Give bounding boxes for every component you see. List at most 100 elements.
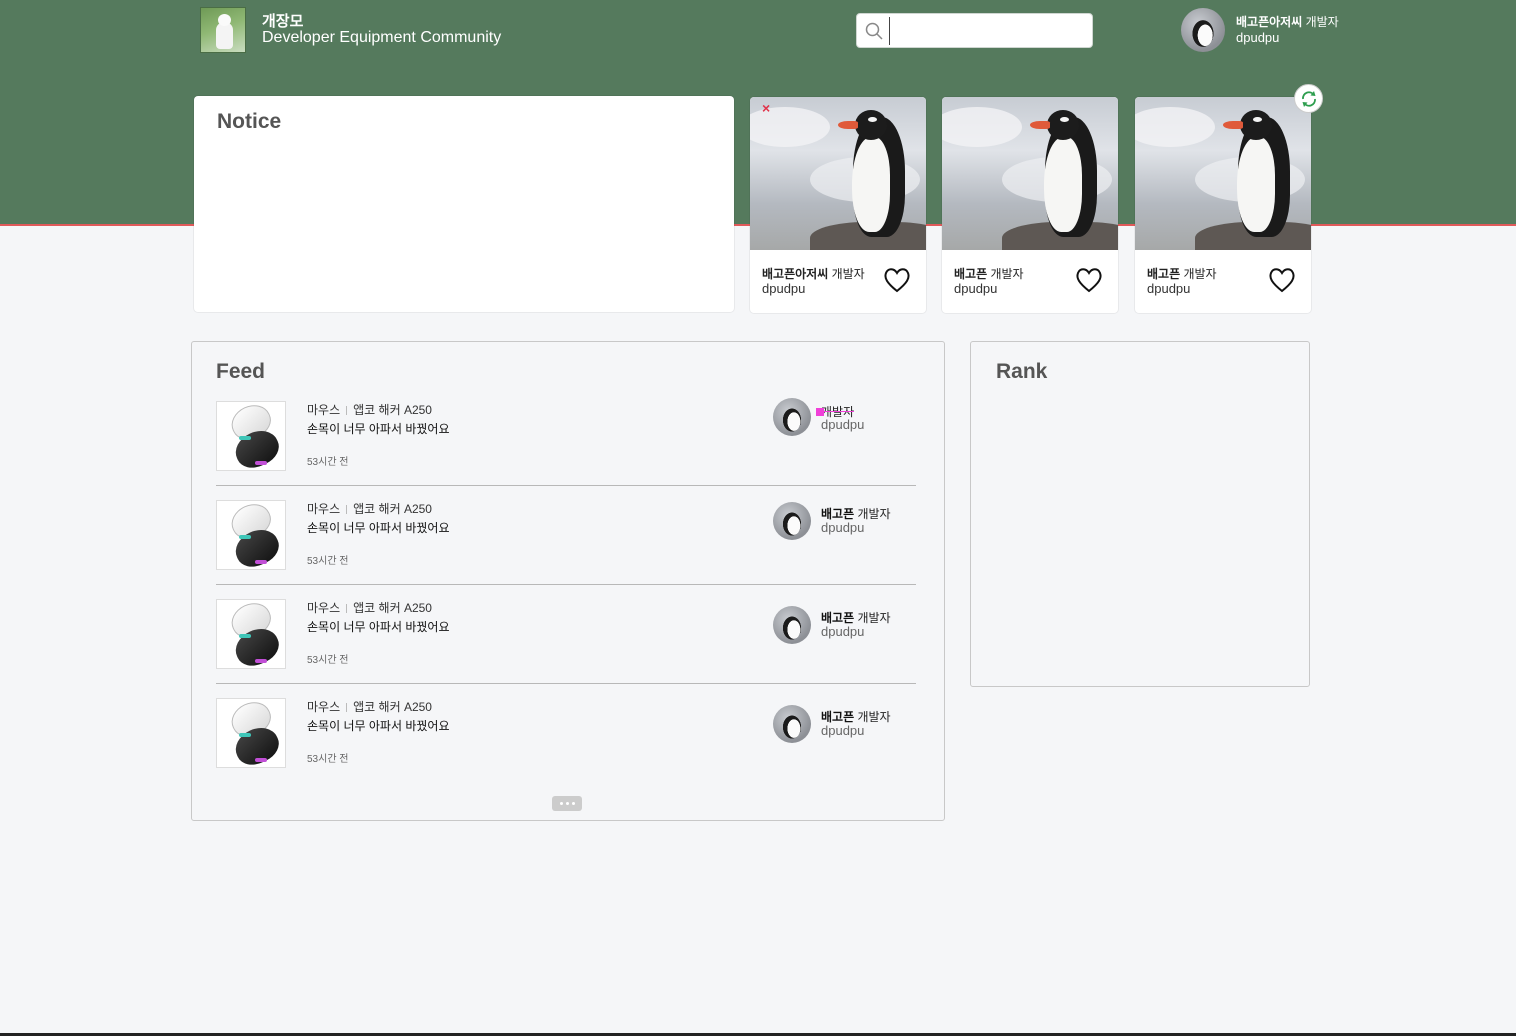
feed-text[interactable]: 손목이 너무 아파서 바꿨어요 <box>307 420 449 437</box>
feed-nickname: 배고픈 <box>821 507 855 521</box>
feed-category: 마우스 앱코 해커 A250 <box>307 500 432 517</box>
mouse-image-glow <box>239 436 251 440</box>
notice-panel: Notice <box>194 96 734 312</box>
feed-avatar[interactable] <box>773 705 811 743</box>
product-name: 앱코 해커 A250 <box>353 502 432 516</box>
card-user-id: dpudpu <box>762 281 806 296</box>
header-user-id: dpudpu <box>1236 30 1280 45</box>
brand-subtitle: Developer Equipment Community <box>262 29 502 46</box>
feed-avatar[interactable] <box>773 502 811 540</box>
category-label: 마우스 <box>307 601 341 615</box>
mouse-image-glow <box>255 560 267 564</box>
card-role: 개발자 <box>990 267 1024 281</box>
card-role: 개발자 <box>831 267 865 281</box>
feed-item[interactable]: 마우스 앱코 해커 A250 손목이 너무 아파서 바꿨어요 53시간 전 개발자… <box>216 398 916 486</box>
penguin-belly <box>852 137 890 232</box>
mouse-image-glow <box>239 535 251 539</box>
search-icon <box>865 22 883 40</box>
card-user-name[interactable]: 배고픈 개발자 <box>1147 265 1217 282</box>
product-thumbnail[interactable] <box>216 401 286 471</box>
header-user-name[interactable]: 배고픈아저씨 개발자 <box>1236 13 1339 30</box>
post-card[interactable]: 배고픈아저씨 개발자 dpudpu <box>750 97 926 313</box>
header-user-nickname: 배고픈아저씨 <box>1236 15 1303 29</box>
feed-category: 마우스 앱코 해커 A250 <box>307 698 432 715</box>
feed-category: 마우스 앱코 해커 A250 <box>307 599 432 616</box>
like-heart-icon[interactable] <box>883 267 911 293</box>
load-more-button[interactable] <box>552 796 582 811</box>
header-user-role: 개발자 <box>1305 15 1339 29</box>
like-heart-icon[interactable] <box>1268 267 1296 293</box>
header-avatar[interactable] <box>1181 8 1225 52</box>
feed-role: 개발자 <box>857 611 891 625</box>
feed-text[interactable]: 손목이 너무 아파서 바꿨어요 <box>307 519 449 536</box>
feed-avatar[interactable] <box>773 606 811 644</box>
penguin-eye <box>1253 117 1262 122</box>
site-logo[interactable] <box>200 7 246 53</box>
card-nickname: 배고픈 <box>1147 267 1181 281</box>
penguin-beak <box>838 121 858 129</box>
refresh-icon <box>1301 90 1316 107</box>
category-separator <box>346 505 348 515</box>
product-thumbnail[interactable] <box>216 500 286 570</box>
card-image[interactable] <box>750 97 926 250</box>
rank-panel: Rank <box>970 341 1310 687</box>
feed-time: 53시간 전 <box>307 457 349 468</box>
rank-title: Rank <box>996 360 1048 383</box>
feed-item[interactable]: 마우스 앱코 해커 A250 손목이 너무 아파서 바꿨어요 53시간 전 배고픈… <box>216 698 916 783</box>
card-user-name[interactable]: 배고픈아저씨 개발자 <box>762 265 865 282</box>
feed-user-id: dpudpu <box>821 624 865 639</box>
search-box[interactable] <box>856 13 1093 48</box>
penguin-belly <box>1044 137 1082 232</box>
more-dot-icon <box>571 802 575 805</box>
card-image[interactable] <box>942 97 1118 250</box>
mouse-image-glow <box>255 659 267 663</box>
like-heart-icon[interactable] <box>1075 267 1103 293</box>
product-thumbnail[interactable] <box>216 698 286 768</box>
debug-marker <box>816 408 824 416</box>
post-card[interactable]: 배고픈 개발자 dpudpu <box>1135 97 1311 313</box>
penguin-belly <box>1237 137 1275 232</box>
card-role: 개발자 <box>1183 267 1217 281</box>
feed-item[interactable]: 마우스 앱코 해커 A250 손목이 너무 아파서 바꿨어요 53시간 전 배고픈… <box>216 599 916 684</box>
feed-item[interactable]: 마우스 앱코 해커 A250 손목이 너무 아파서 바꿨어요 53시간 전 배고픈… <box>216 500 916 585</box>
feed-nickname: 배고픈 <box>821 710 855 724</box>
post-card[interactable]: 배고픈 개발자 dpudpu <box>942 97 1118 313</box>
image-cloud <box>1135 107 1215 147</box>
mouse-image-glow <box>255 461 267 465</box>
logo-dog-body <box>216 22 233 49</box>
product-thumbnail[interactable] <box>216 599 286 669</box>
feed-role: 개발자 <box>857 507 891 521</box>
penguin-eye <box>868 117 877 122</box>
category-label: 마우스 <box>307 403 341 417</box>
card-nickname: 배고픈아저씨 <box>762 267 829 281</box>
card-image[interactable] <box>1135 97 1311 250</box>
penguin-eye <box>1060 117 1069 122</box>
feed-role: 개발자 <box>857 710 891 724</box>
penguin-head <box>1047 110 1079 140</box>
refresh-button[interactable] <box>1294 84 1323 113</box>
feed-category: 마우스 앱코 해커 A250 <box>307 401 432 418</box>
feed-time: 53시간 전 <box>307 754 349 765</box>
category-label: 마우스 <box>307 502 341 516</box>
card-user-id: dpudpu <box>954 281 998 296</box>
mouse-image-glow <box>255 758 267 762</box>
card-user-name[interactable]: 배고픈 개발자 <box>954 265 1024 282</box>
feed-time: 53시간 전 <box>307 655 349 666</box>
mouse-image-glow <box>239 733 251 737</box>
feed-user-id: dpudpu <box>821 417 865 432</box>
penguin-head <box>1240 110 1272 140</box>
more-dot-icon <box>565 802 569 805</box>
category-separator <box>346 604 348 614</box>
brand-name[interactable]: 개장모 <box>262 10 303 31</box>
feed-text[interactable]: 손목이 너무 아파서 바꿨어요 <box>307 618 449 635</box>
feed-text[interactable]: 손목이 너무 아파서 바꿨어요 <box>307 717 449 734</box>
penguin-beak <box>1223 121 1243 129</box>
product-name: 앱코 해커 A250 <box>353 700 432 714</box>
feed-title: Feed <box>216 360 266 383</box>
close-icon[interactable]: × <box>762 100 770 116</box>
notice-title: Notice <box>217 110 282 133</box>
feed-avatar[interactable] <box>773 398 811 436</box>
logo-dog-head <box>218 14 231 26</box>
more-dot-icon <box>559 802 563 805</box>
search-input[interactable] <box>889 16 1089 45</box>
